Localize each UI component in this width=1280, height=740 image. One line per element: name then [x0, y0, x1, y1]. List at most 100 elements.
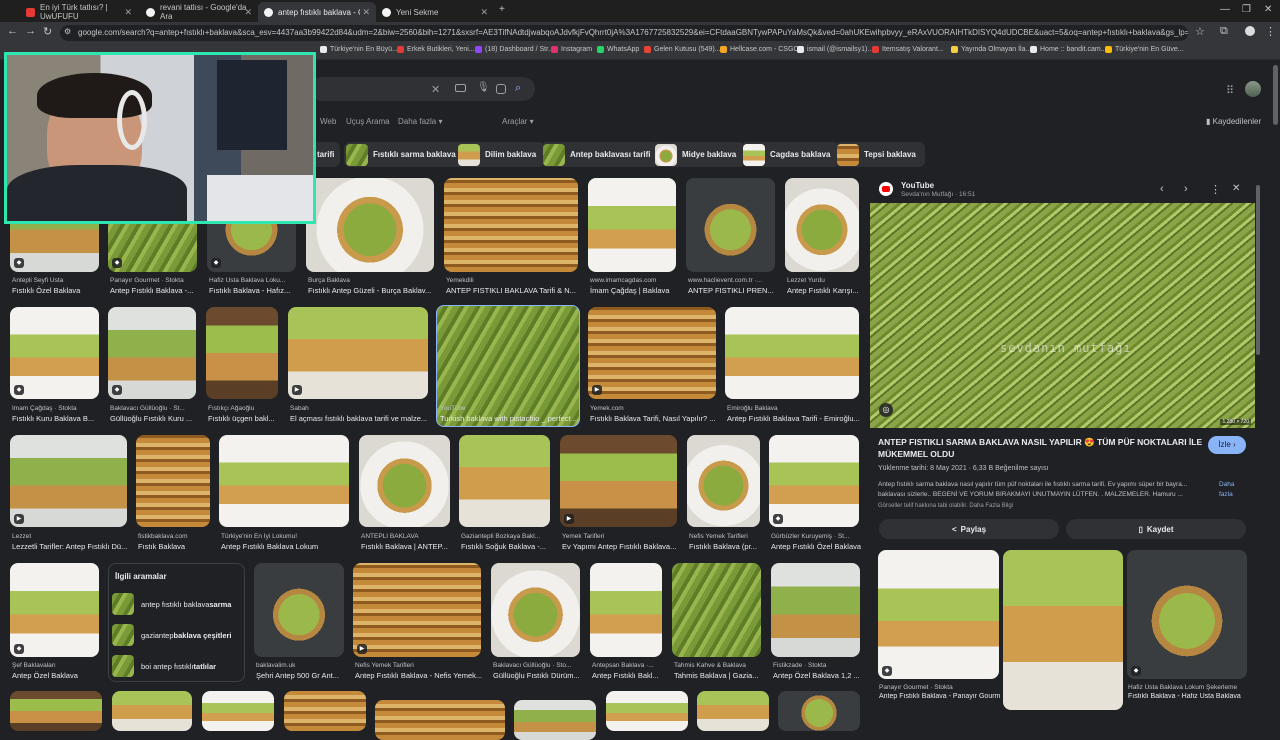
image-title[interactable]: Fıstıklı üçgen bakl... — [208, 414, 282, 423]
image-result[interactable] — [10, 435, 127, 527]
image-title[interactable]: Fıstık Baklava — [138, 542, 212, 551]
image-result[interactable] — [514, 700, 596, 740]
related-image[interactable] — [878, 550, 999, 679]
close-panel-icon[interactable]: ✕ — [1232, 183, 1240, 194]
page-scrollbar[interactable] — [1273, 65, 1278, 125]
saved-link[interactable]: ▮ Kaydedilenler — [1206, 117, 1261, 126]
image-result[interactable] — [606, 691, 688, 731]
menu-icon[interactable]: ⋮ — [1265, 25, 1276, 38]
tab-antep-baklava[interactable]: antep fıstıklı baklava - Google'da Ara ✕ — [258, 2, 376, 22]
address-bar[interactable]: google.com/search?q=antep+fıstıklı+bakla… — [60, 25, 1188, 41]
bookmark-item[interactable]: WhatsApp — [597, 46, 639, 53]
apps-grid-icon[interactable]: ⠿ — [1226, 84, 1234, 97]
image-title[interactable]: Fıstıklı Özel Baklava — [12, 286, 104, 295]
image-title[interactable]: Şehri Antep 500 Gr Ant... — [256, 671, 348, 680]
image-title[interactable]: ANTEP FISTIKLI BAKLAVA Tarifi & N... — [446, 286, 578, 295]
nav-flights[interactable]: Uçuş Arama — [346, 117, 390, 126]
image-result[interactable] — [687, 435, 760, 527]
image-title[interactable]: Fıstıklı Kuru Baklava B... — [12, 414, 104, 423]
panel-scrollbar[interactable] — [1256, 185, 1260, 355]
site-info-icon[interactable]: ⚙ — [64, 27, 71, 36]
image-title[interactable]: Antep Özel Baklava — [12, 671, 104, 680]
chip-fistikli-sarma[interactable]: Fıstıklı sarma baklava — [344, 142, 465, 167]
image-title[interactable]: Güllüoğlu Fıstıklı Kuru ... — [110, 414, 202, 423]
image-title[interactable]: Antep Özel Baklava 1,2 ... — [773, 671, 861, 680]
image-title[interactable]: Fıstıklı Baklava - Hafiz Usta Baklava — [1128, 693, 1248, 700]
image-title[interactable]: İmam Çağdaş | Baklava — [590, 286, 678, 295]
image-title[interactable]: Fıstıklı Antep Güzeli - Burça Baklav... — [308, 286, 436, 295]
watch-button[interactable]: İzle › — [1208, 436, 1246, 454]
bookmark-item[interactable]: Türkiye'nin En Güve... — [1105, 46, 1184, 53]
image-title[interactable]: Ev Yapımı Antep Fıstıklı Baklava... — [562, 542, 679, 551]
image-title[interactable]: Fıstıklı Baklava (pr... — [689, 542, 765, 551]
image-result[interactable] — [672, 563, 761, 657]
image-result[interactable] — [444, 178, 578, 272]
bookmark-item[interactable]: Instagram — [551, 46, 592, 53]
image-result[interactable] — [284, 691, 366, 731]
image-result[interactable] — [588, 307, 716, 399]
related-search-item[interactable]: gaziantep baklava çeşitleri — [112, 624, 232, 646]
nav-more[interactable]: Daha fazla ▾ — [398, 117, 442, 126]
image-result[interactable] — [359, 435, 450, 527]
image-title[interactable]: Fıstıklı Soğuk Baklava -... — [461, 542, 553, 551]
window-close-icon[interactable]: ✕ — [1264, 4, 1272, 15]
image-title[interactable]: Güllüoğlu Fıstıklı Dürüm... — [493, 671, 583, 680]
share-button[interactable]: < Paylaş — [879, 519, 1059, 539]
forward-icon[interactable]: → — [25, 25, 36, 37]
related-image[interactable] — [1003, 550, 1123, 710]
image-title[interactable]: Antep Fıstıklı Özel Baklava... — [771, 542, 861, 551]
tab-new[interactable]: Yeni Sekme ✕ — [376, 2, 494, 22]
image-result[interactable] — [771, 563, 860, 657]
chip-tepsi[interactable]: Tepsi baklava — [835, 142, 925, 167]
chip-cagdas[interactable]: Cagdas baklava — [741, 142, 840, 167]
lens-search-icon[interactable]: ◎ — [879, 403, 893, 417]
related-search-item[interactable]: antep fıstıklı baklava sarma — [112, 593, 231, 615]
close-icon[interactable]: ✕ — [124, 7, 132, 18]
image-title[interactable]: ANTEP FISTIKLI PREN... — [688, 286, 776, 295]
panel-title[interactable]: ANTEP FISTIKLI SARMA BAKLAVA NASIL YAPIL… — [878, 436, 1203, 460]
save-button[interactable]: ▯ Kaydet — [1066, 519, 1246, 539]
bookmark-item[interactable]: Erkek Butikleri, Yeni... — [397, 46, 475, 53]
image-result[interactable] — [254, 563, 344, 657]
more-options-icon[interactable]: ⋮ — [1210, 183, 1221, 196]
rights-notice[interactable]: Görseller telif hakkına tabi olabilir. D… — [878, 503, 1013, 509]
new-tab-icon[interactable]: + — [499, 4, 505, 15]
profile-avatar[interactable] — [1245, 26, 1255, 36]
restore-icon[interactable]: ❐ — [1242, 4, 1251, 15]
bookmark-item[interactable]: Gelen Kutusu (549)... — [644, 46, 721, 53]
chip-midye[interactable]: Midye baklava — [653, 142, 746, 167]
image-title[interactable]: Lezzetli Tarifler: Antep Fıstıklı Dü... — [12, 542, 129, 551]
image-result[interactable] — [785, 178, 859, 272]
previous-icon[interactable]: ‹ — [1160, 183, 1164, 195]
image-result[interactable] — [491, 563, 580, 657]
image-result[interactable] — [725, 307, 859, 399]
preview-image[interactable]: sevdanın mutfağı 1.280 × 720 ◎ — [870, 203, 1255, 428]
chip-dilim[interactable]: Dilim baklava — [456, 142, 546, 167]
image-result[interactable] — [202, 691, 274, 731]
image-title[interactable]: Antep Fıstıklı Baklava - Panayır Gourme.… — [879, 693, 1000, 700]
bookmark-item[interactable]: Itemsatış Valorant... — [872, 46, 944, 53]
related-image[interactable] — [1127, 550, 1247, 679]
image-title[interactable]: Fıstıklı Baklava | ANTEP... — [361, 542, 453, 551]
image-result[interactable] — [769, 435, 859, 527]
image-title[interactable]: Antep Fıstıklı Baklava Tarifi - Emiroğlu… — [727, 414, 861, 423]
account-avatar[interactable] — [1245, 81, 1261, 97]
more-link[interactable]: Daha fazla — [1219, 480, 1241, 500]
image-result[interactable] — [588, 178, 676, 272]
image-result[interactable] — [560, 435, 677, 527]
image-result[interactable] — [353, 563, 481, 657]
clear-search-icon[interactable]: ✕ — [431, 83, 440, 96]
close-icon[interactable]: ✕ — [362, 7, 370, 18]
image-result[interactable] — [459, 435, 550, 527]
image-result[interactable] — [686, 178, 775, 272]
panel-source[interactable]: YouTube — [901, 181, 934, 190]
image-title[interactable]: Antep Fıstıklı Karışı... — [787, 286, 861, 295]
close-icon[interactable]: ✕ — [480, 7, 488, 18]
image-title[interactable]: El açması fıstıklı baklava tarifi ve mal… — [290, 414, 430, 423]
bookmark-item[interactable]: Home :: bandit.cam... — [1030, 46, 1107, 53]
image-result[interactable] — [590, 563, 662, 657]
image-result[interactable] — [10, 691, 102, 731]
image-title[interactable]: Antep Fıstıklı Baklava - Nefis Yemek... — [355, 671, 483, 680]
image-title[interactable]: Turkish baklava with pistachio _ perfect… — [440, 414, 578, 423]
bookmark-item[interactable]: Hellcase.com - CSGO... — [720, 46, 805, 53]
